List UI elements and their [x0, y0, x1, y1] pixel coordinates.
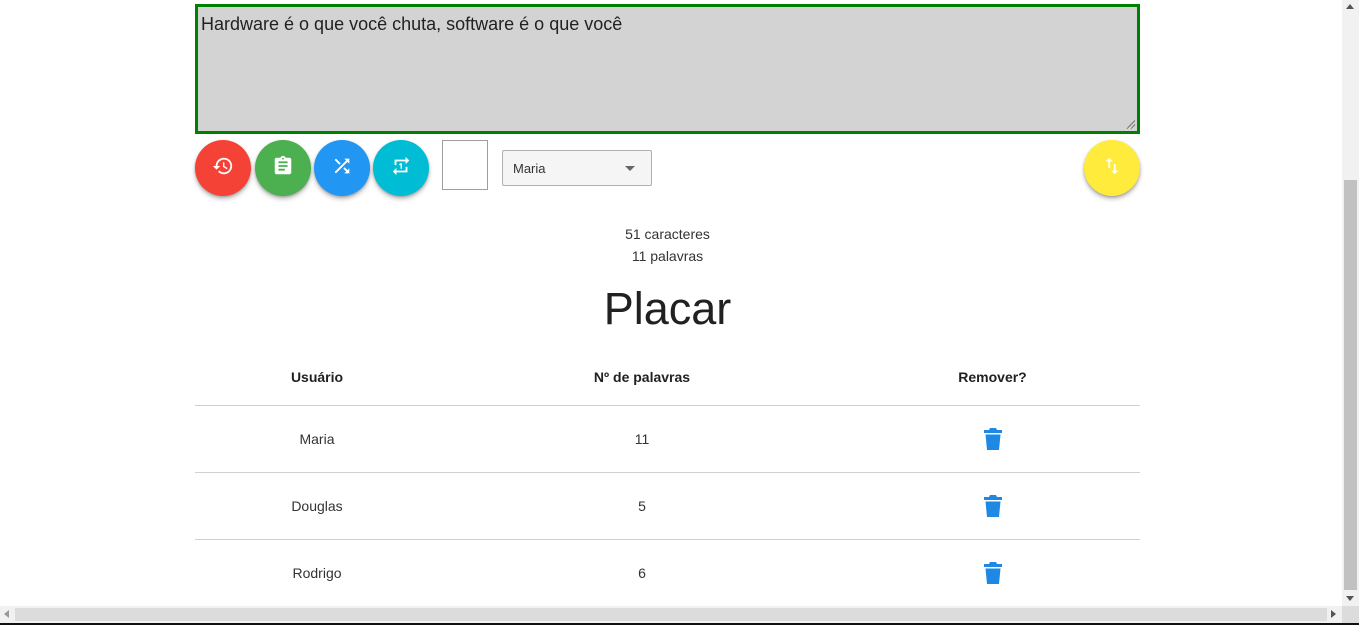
shuffle-icon	[331, 155, 353, 182]
typing-textarea[interactable]: Hardware é o que você chuta, software é …	[195, 4, 1140, 134]
header-remove: Remover?	[845, 350, 1140, 406]
swap-vertical-icon	[1101, 155, 1123, 182]
scroll-right-arrow-icon[interactable]	[1331, 610, 1336, 618]
toolbar: Maria	[195, 140, 1140, 196]
trash-icon[interactable]	[983, 494, 1003, 518]
table-row: Maria 11	[195, 405, 1140, 473]
row-user: Maria	[195, 405, 439, 473]
restart-button[interactable]	[195, 140, 251, 196]
header-user: Usuário	[195, 350, 439, 406]
table-row: Rodrigo 6	[195, 539, 1140, 606]
sort-button[interactable]	[1084, 140, 1140, 196]
caret-down-icon	[625, 166, 635, 171]
horizontal-scroll-thumb[interactable]	[15, 608, 1327, 621]
restore-icon	[212, 155, 234, 182]
scroll-left-arrow-icon[interactable]	[4, 610, 9, 618]
scoreboard-title: Placar	[603, 283, 732, 334]
user-select[interactable]: Maria	[502, 150, 652, 186]
header-words: Nº de palavras	[439, 350, 845, 406]
table-row: Douglas 5	[195, 472, 1140, 540]
color-box[interactable]	[442, 140, 488, 190]
character-count: 51 caracteres	[625, 226, 710, 242]
clipboard-icon	[272, 155, 294, 182]
user-select-value: Maria	[513, 160, 546, 176]
repeat-one-icon	[390, 155, 412, 182]
trash-icon[interactable]	[983, 427, 1003, 451]
word-count: 11 palavras	[631, 248, 704, 264]
row-remove-cell	[845, 539, 1140, 606]
page-viewport: Hardware é o que você chuta, software é …	[0, 0, 1342, 606]
table-header-row: Usuário Nº de palavras Remover?	[195, 350, 1140, 406]
row-user: Rodrigo	[195, 539, 439, 606]
row-remove-cell	[845, 472, 1140, 540]
scroll-down-arrow-icon[interactable]	[1346, 596, 1354, 601]
row-words: 6	[439, 539, 845, 606]
scroll-up-arrow-icon[interactable]	[1346, 4, 1354, 9]
shuffle-button[interactable]	[314, 140, 370, 196]
row-words: 11	[439, 405, 845, 473]
row-words: 5	[439, 472, 845, 540]
typing-text: Hardware é o que você chuta, software é …	[201, 14, 623, 34]
scoreboard-table: Usuário Nº de palavras Remover? Maria 11	[195, 350, 1140, 606]
paste-button[interactable]	[255, 140, 311, 196]
vertical-scroll-thumb[interactable]	[1344, 180, 1357, 590]
row-user: Douglas	[195, 472, 439, 540]
row-remove-cell	[845, 405, 1140, 473]
trash-icon[interactable]	[983, 561, 1003, 585]
text-stats: 51 caracteres 11 palavras	[195, 223, 1140, 267]
repeat-once-button[interactable]	[373, 140, 429, 196]
resize-handle[interactable]	[1125, 119, 1135, 129]
